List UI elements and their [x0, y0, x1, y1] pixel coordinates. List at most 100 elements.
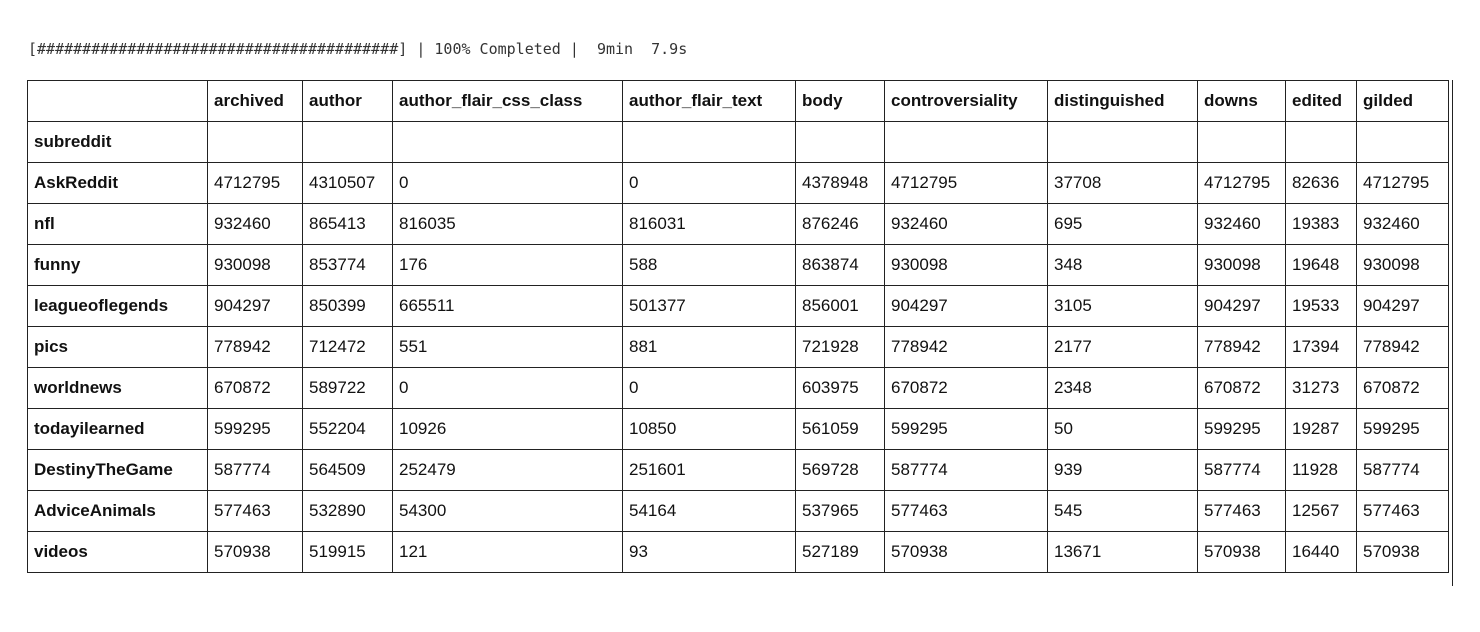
table-cell: 816035: [392, 203, 623, 245]
table-cell: 252479: [392, 449, 623, 491]
table-row: pics 778942 712472 551 881 721928 778942 2177 77…: [27, 326, 1449, 368]
table-cell: 850399: [302, 285, 393, 327]
table-cell: 778942: [1356, 326, 1449, 368]
table-cell: 19533: [1285, 285, 1357, 327]
table-cell: 17394: [1285, 326, 1357, 368]
table-cell: 12567: [1285, 490, 1357, 532]
table-row: todayilearned 599295 552204 10926 10850 56105…: [27, 408, 1449, 450]
table-row: leagueoflegends 904297 850399 665511 501377 8…: [27, 285, 1449, 327]
empty-header-cell: [1285, 121, 1357, 163]
table-row: funny 930098 853774 176 588 863874 930098 348 93…: [27, 244, 1449, 286]
row-index-label: nfl: [27, 203, 208, 245]
table-cell: 4712795: [207, 162, 303, 204]
table-cell: 19383: [1285, 203, 1357, 245]
table-cell: 577463: [884, 490, 1048, 532]
column-header-row: archived author author_flair_css_class a…: [27, 80, 1449, 122]
table-cell: 930098: [207, 244, 303, 286]
corner-header-cell: [27, 80, 208, 122]
column-header: gilded: [1356, 80, 1449, 122]
table-cell: 570938: [207, 531, 303, 573]
table-cell: 569728: [795, 449, 885, 491]
table-cell: 587774: [884, 449, 1048, 491]
table-cell: 587774: [1356, 449, 1449, 491]
table-cell: 4712795: [884, 162, 1048, 204]
table-cell: 904297: [1356, 285, 1449, 327]
table-cell: 54300: [392, 490, 623, 532]
table-cell: 10850: [622, 408, 796, 450]
empty-header-cell: [1356, 121, 1449, 163]
table-cell: 2177: [1047, 326, 1198, 368]
empty-header-cell: [1047, 121, 1198, 163]
column-header: author: [302, 80, 393, 122]
table-cell: 10926: [392, 408, 623, 450]
table-row: DestinyTheGame 587774 564509 252479 251601 56…: [27, 449, 1449, 491]
table-cell: 552204: [302, 408, 393, 450]
table-cell: 589722: [302, 367, 393, 409]
column-header: author_flair_text: [622, 80, 796, 122]
table-cell: 577463: [1356, 490, 1449, 532]
row-index-label: DestinyTheGame: [27, 449, 208, 491]
row-index-label: AskReddit: [27, 162, 208, 204]
column-header: downs: [1197, 80, 1286, 122]
row-index-label: leagueoflegends: [27, 285, 208, 327]
table-cell: 19287: [1285, 408, 1357, 450]
table-cell: 599295: [1197, 408, 1286, 450]
table-cell: 561059: [795, 408, 885, 450]
table-cell: 16440: [1285, 531, 1357, 573]
index-name-header: subreddit: [27, 121, 208, 163]
table-cell: 4712795: [1197, 162, 1286, 204]
index-name-row: subreddit: [27, 121, 1449, 163]
table-cell: 876246: [795, 203, 885, 245]
table-cell: 3105: [1047, 285, 1198, 327]
table-cell: 932460: [207, 203, 303, 245]
row-index-label: AdviceAnimals: [27, 490, 208, 532]
table-cell: 932460: [1197, 203, 1286, 245]
table-cell: 670872: [207, 367, 303, 409]
table-cell: 501377: [622, 285, 796, 327]
table-cell: 665511: [392, 285, 623, 327]
row-index-label: todayilearned: [27, 408, 208, 450]
table-cell: 587774: [207, 449, 303, 491]
table-cell: 670872: [1356, 367, 1449, 409]
table-cell: 930098: [1356, 244, 1449, 286]
table-body: AskReddit 4712795 4310507 0 0 4378948 4712795 3…: [27, 162, 1449, 573]
table-row: worldnews 670872 589722 0 0 603975 670872 2348 6…: [27, 367, 1449, 409]
table-cell: 570938: [884, 531, 1048, 573]
table-cell: 695: [1047, 203, 1198, 245]
table-cell: 599295: [1356, 408, 1449, 450]
row-index-label: worldnews: [27, 367, 208, 409]
table-row: AskReddit 4712795 4310507 0 0 4378948 4712795 3…: [27, 162, 1449, 204]
table-cell: 545: [1047, 490, 1198, 532]
table-cell: 4310507: [302, 162, 393, 204]
table-cell: 577463: [207, 490, 303, 532]
table-cell: 721928: [795, 326, 885, 368]
table-cell: 778942: [884, 326, 1048, 368]
table-cell: 4712795: [1356, 162, 1449, 204]
empty-header-cell: [302, 121, 393, 163]
table-cell: 0: [622, 367, 796, 409]
table-cell: 570938: [1356, 531, 1449, 573]
table-cell: 11928: [1285, 449, 1357, 491]
table-cell: 930098: [884, 244, 1048, 286]
table-cell: 670872: [1197, 367, 1286, 409]
table-cell: 0: [392, 367, 623, 409]
table-cell: 54164: [622, 490, 796, 532]
table-right-edge: [1452, 80, 1453, 586]
table-cell: 532890: [302, 490, 393, 532]
table-cell: 932460: [1356, 203, 1449, 245]
table-cell: 121: [392, 531, 623, 573]
empty-header-cell: [1197, 121, 1286, 163]
column-header: author_flair_css_class: [392, 80, 623, 122]
table-cell: 816031: [622, 203, 796, 245]
empty-header-cell: [622, 121, 796, 163]
table-cell: 348: [1047, 244, 1198, 286]
table-cell: 904297: [884, 285, 1048, 327]
empty-header-cell: [392, 121, 623, 163]
table-cell: 599295: [884, 408, 1048, 450]
dataframe-table: archived author author_flair_css_class a…: [27, 80, 1449, 573]
row-index-label: pics: [27, 326, 208, 368]
table-cell: 587774: [1197, 449, 1286, 491]
table-cell: 778942: [1197, 326, 1286, 368]
table-cell: 778942: [207, 326, 303, 368]
table-cell: 863874: [795, 244, 885, 286]
